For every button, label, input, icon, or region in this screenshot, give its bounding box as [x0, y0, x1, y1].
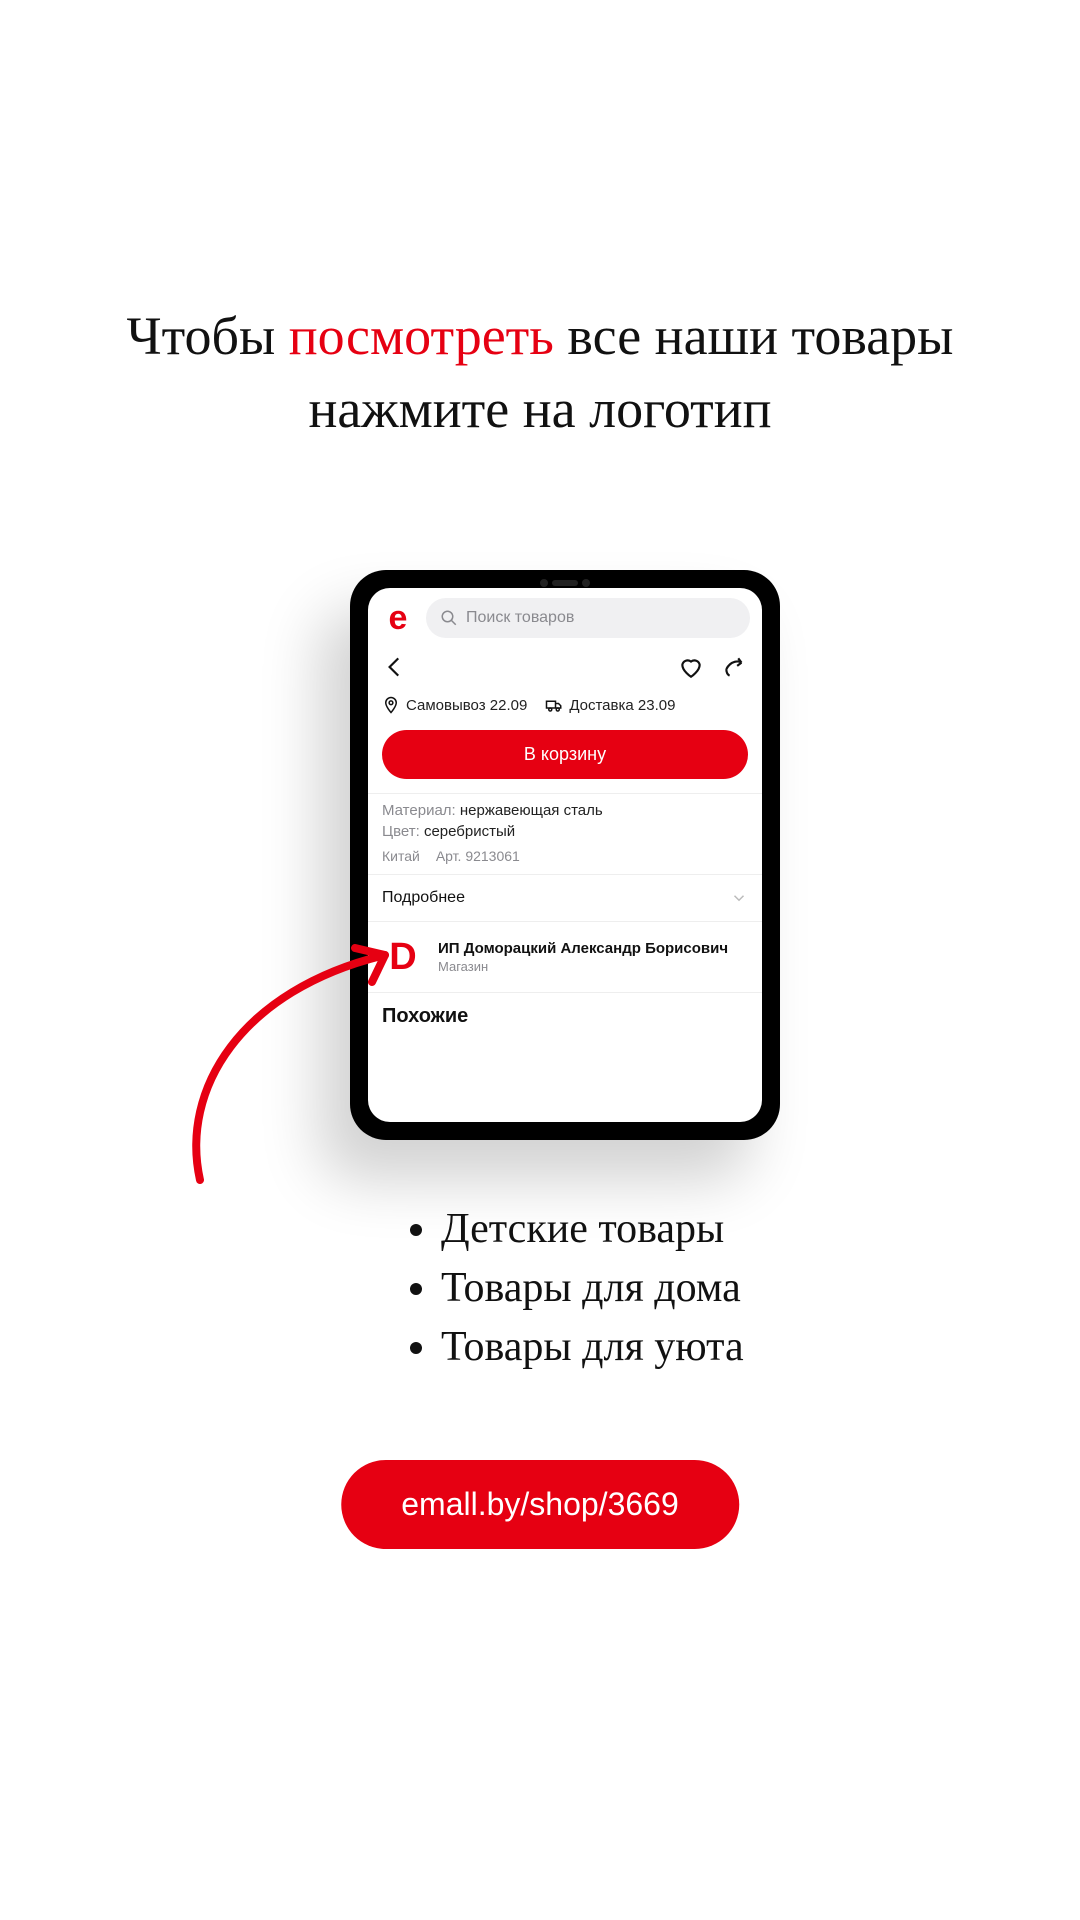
article-number: 9213061: [465, 848, 520, 864]
nav-row: [368, 646, 762, 686]
headline-part2: все наши товары: [554, 306, 954, 366]
list-item: Товары для уюта: [441, 1318, 744, 1377]
origin-country: Китай: [382, 848, 420, 864]
store-subtitle: Магазин: [438, 959, 728, 974]
list-item: Детские товары: [441, 1200, 744, 1259]
pickup-label: Самовывоз 22.09: [406, 697, 527, 714]
headline: Чтобы посмотреть все наши товары нажмите…: [0, 300, 1080, 446]
back-icon[interactable]: [382, 654, 408, 680]
pin-icon: [382, 696, 400, 714]
more-row[interactable]: Подробнее: [368, 874, 762, 921]
add-to-cart-label: В корзину: [524, 744, 606, 764]
add-to-cart-button[interactable]: В корзину: [382, 730, 748, 779]
headline-line2: нажмите на логотип: [308, 379, 771, 439]
search-placeholder: Поиск товаров: [466, 609, 574, 627]
headline-part1: Чтобы: [127, 306, 289, 366]
truck-icon: [545, 696, 563, 714]
delivery-row: Самовывоз 22.09 Доставка 23.09: [368, 686, 762, 726]
search-icon: [440, 609, 458, 627]
more-label: Подробнее: [382, 889, 465, 907]
headline-accent: посмотреть: [289, 306, 554, 366]
specs-block: Материал: нержавеющая сталь Цвет: серебр…: [368, 793, 762, 874]
store-logo-icon[interactable]: D: [382, 936, 424, 978]
tablet-frame: e Поиск товаров Самовывоз 22.09 Доставка…: [350, 570, 780, 1140]
list-item: Товары для дома: [441, 1259, 744, 1318]
shop-url-label: emall.by/shop/3669: [401, 1486, 679, 1522]
color-value: серебристый: [424, 823, 515, 840]
material-key: Материал:: [382, 802, 456, 819]
share-icon[interactable]: [722, 654, 748, 680]
app-screen: e Поиск товаров Самовывоз 22.09 Доставка…: [368, 588, 762, 1122]
material-value: нержавеющая сталь: [460, 802, 603, 819]
pickup-chip: Самовывоз 22.09: [382, 696, 527, 714]
tablet-notch: [530, 578, 600, 588]
color-key: Цвет:: [382, 823, 420, 840]
heart-icon[interactable]: [678, 654, 704, 680]
article-label: Арт.: [436, 848, 462, 864]
similar-heading: Похожие: [368, 992, 762, 1028]
app-logo-icon[interactable]: e: [380, 600, 416, 636]
search-input[interactable]: Поиск товаров: [426, 598, 750, 638]
category-list: Детские товары Товары для дома Товары дл…: [415, 1200, 744, 1376]
delivery-label: Доставка 23.09: [569, 697, 675, 714]
shop-url-button[interactable]: emall.by/shop/3669: [341, 1460, 739, 1549]
chevron-down-icon: [730, 889, 748, 907]
store-row[interactable]: D ИП Доморацкий Александр Борисович Мага…: [368, 921, 762, 992]
delivery-chip: Доставка 23.09: [545, 696, 675, 714]
top-bar: e Поиск товаров: [368, 588, 762, 646]
store-name: ИП Доморацкий Александр Борисович: [438, 940, 728, 957]
